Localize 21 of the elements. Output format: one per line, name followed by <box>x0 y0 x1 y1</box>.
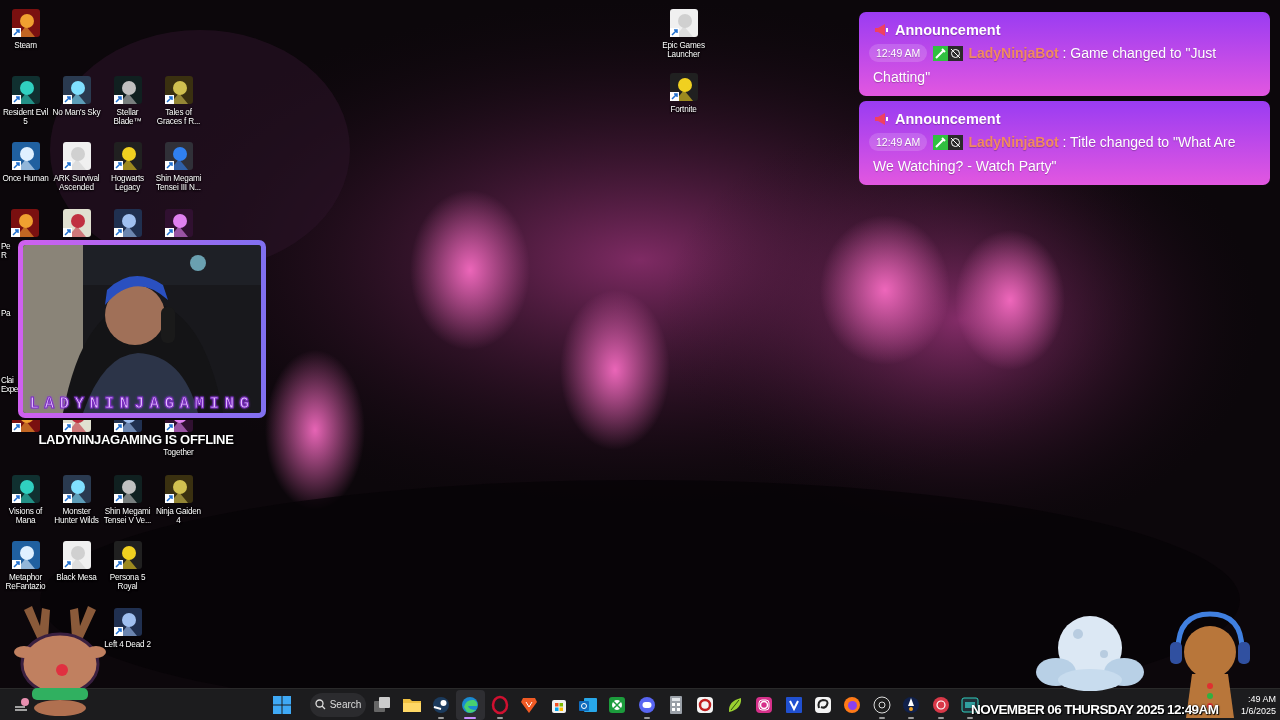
app-icon <box>607 694 628 715</box>
app-icon <box>783 694 804 715</box>
widget-icon[interactable] <box>13 695 31 714</box>
chat-icon <box>636 694 657 715</box>
app-icon <box>489 694 510 715</box>
browser-icon <box>842 694 863 715</box>
browser-icon <box>460 694 481 715</box>
app-icon <box>430 694 451 715</box>
search-button[interactable]: Search <box>310 692 366 717</box>
app-icon <box>695 694 716 715</box>
clock-date: 1/6/2025 <box>1240 704 1276 717</box>
task-view-icon <box>372 694 393 715</box>
start-icon <box>272 694 292 715</box>
search-icon <box>314 699 326 710</box>
app-icon <box>901 694 922 715</box>
clock-time: :49 AM <box>1248 692 1276 705</box>
app-icon <box>813 694 834 715</box>
record-icon <box>871 694 892 715</box>
taskbar-button[interactable] <box>455 689 486 720</box>
camera-icon <box>754 694 775 715</box>
app-icon <box>930 694 951 715</box>
